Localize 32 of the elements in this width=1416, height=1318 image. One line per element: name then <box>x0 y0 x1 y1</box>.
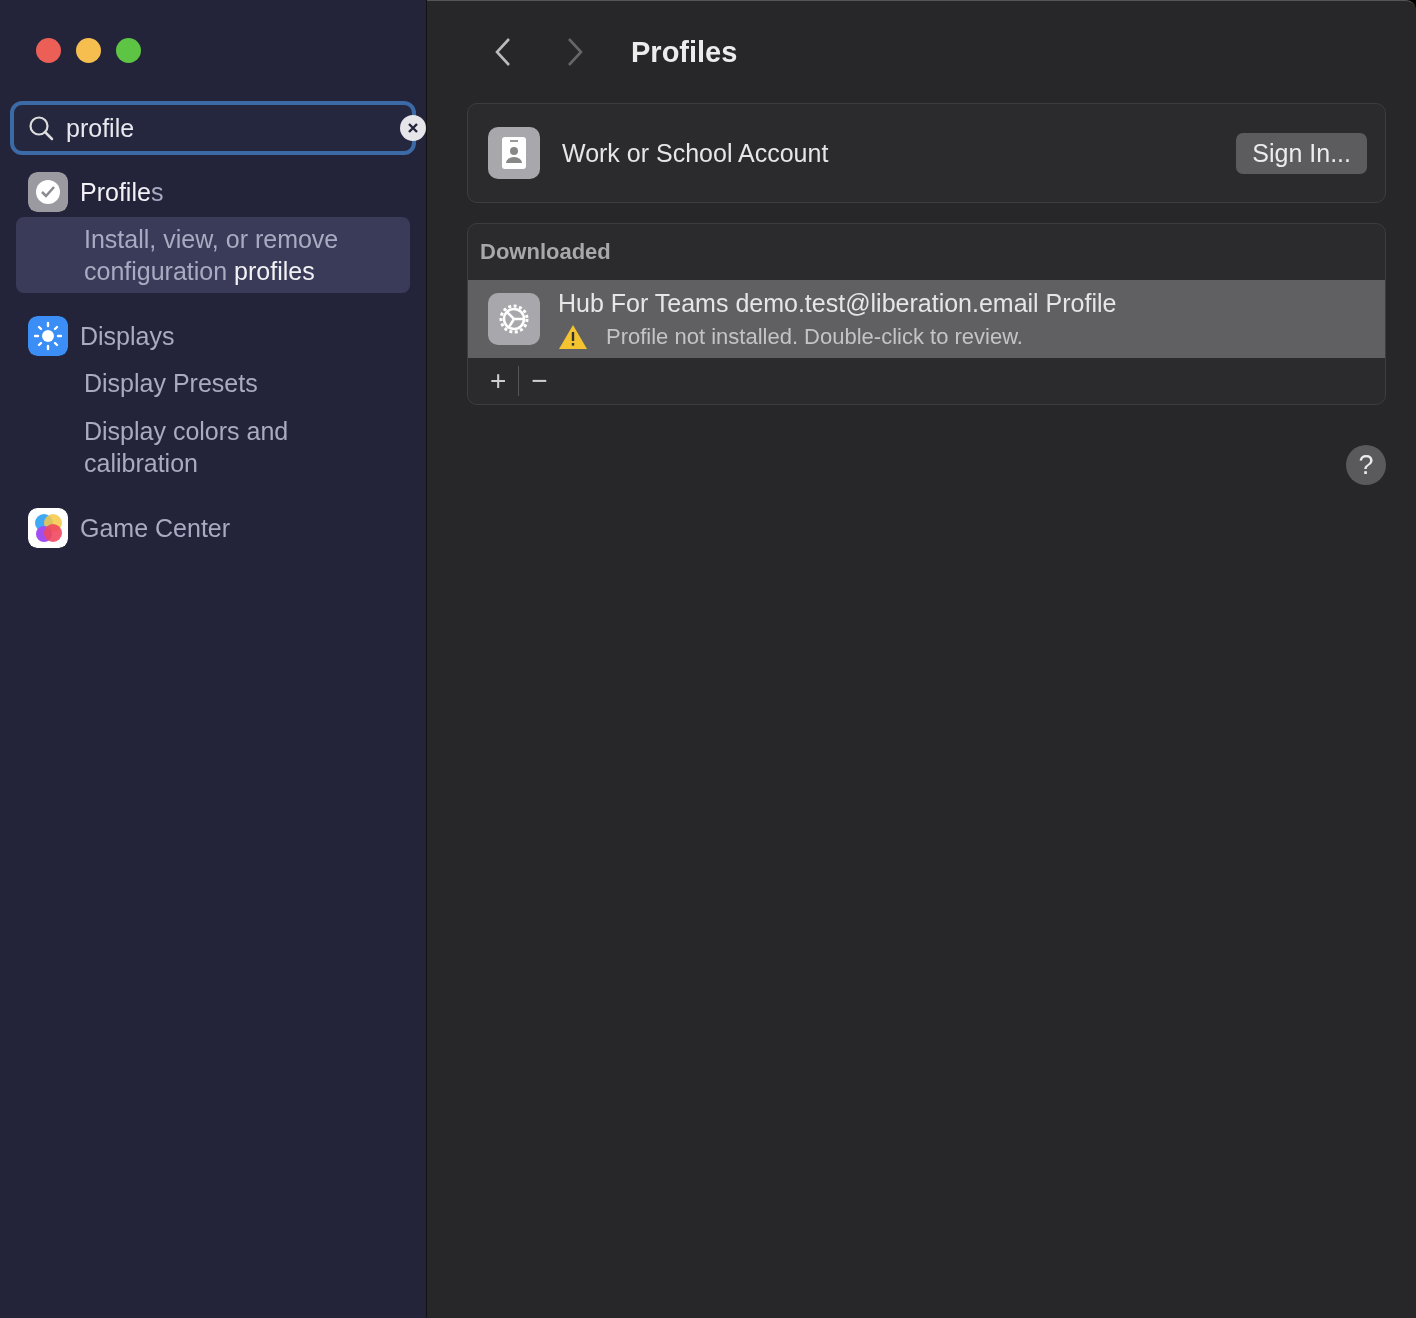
profile-row[interactable]: Hub For Teams demo.test@liberation.email Profile Profile not installed. Double-click to review. <box>468 280 1385 358</box>
account-label: Work or School Account <box>562 138 830 168</box>
profile-status: Profile not installed. Double-click to review. <box>606 323 1023 350</box>
close-button[interactable] <box>36 38 61 63</box>
back-icon[interactable] <box>494 37 512 67</box>
forward-icon[interactable] <box>566 37 584 67</box>
page-title: Profiles <box>631 35 738 69</box>
sidebar-subitem[interactable]: Display Presets <box>16 361 410 405</box>
colored-circles-icon <box>28 508 68 548</box>
sidebar-subitem[interactable]: Install, view, or remove configuration profiles <box>16 217 410 293</box>
search-field[interactable]: profile <box>66 113 388 143</box>
section-header: Downloaded <box>479 238 612 266</box>
sign-in-button[interactable]: Sign In... <box>1236 132 1367 174</box>
gear-icon <box>488 293 540 345</box>
id-badge-icon <box>488 127 540 179</box>
zoom-button[interactable] <box>116 38 141 63</box>
sidebar-item-label: Game Center <box>80 513 231 543</box>
add-button[interactable]: + <box>478 365 519 397</box>
sidebar-item-label: Profiles <box>80 177 164 207</box>
minimize-button[interactable] <box>76 38 101 63</box>
profile-name: Hub For Teams demo.test@liberation.email Profile <box>558 288 1117 318</box>
sidebar-item[interactable]: Game Center <box>10 507 416 549</box>
help-button[interactable]: ? <box>1346 445 1386 485</box>
search-icon <box>28 115 54 141</box>
sidebar-item-label: Displays <box>80 321 175 351</box>
remove-button[interactable]: − <box>519 365 560 397</box>
clear-icon[interactable] <box>400 115 426 141</box>
sidebar-item[interactable]: Profiles <box>10 171 416 213</box>
sun-icon <box>28 316 68 356</box>
checkmark-badge-icon <box>28 172 68 212</box>
sidebar-subitem[interactable]: Display colors and calibration <box>16 409 410 485</box>
sidebar-item[interactable]: Displays <box>10 315 416 357</box>
